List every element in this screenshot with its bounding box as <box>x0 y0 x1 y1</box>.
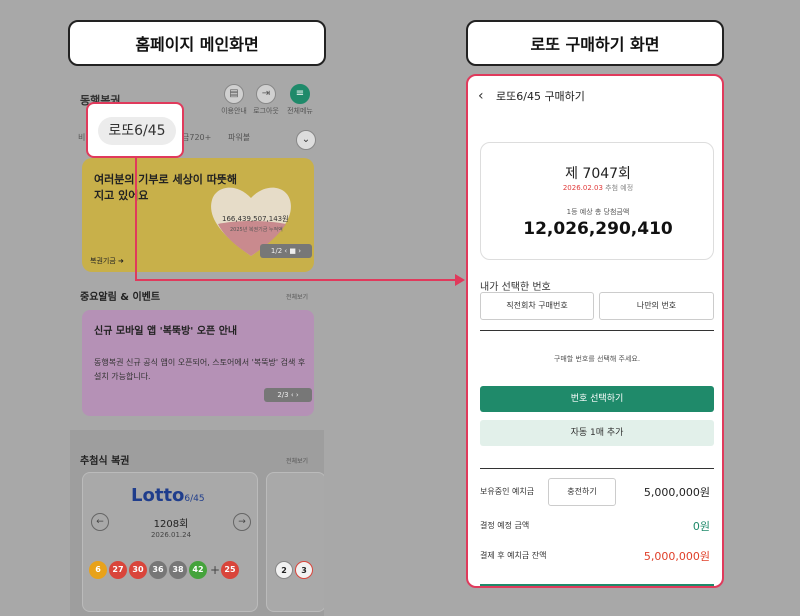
guide-label: 이용안내 <box>221 107 247 115</box>
bonus-plus-icon: + <box>209 563 221 577</box>
lotto-logo-text: Lotto <box>131 485 185 506</box>
deposit-label: 보유중인 예치금 <box>480 487 535 496</box>
pay-label: 결정 예정 금액 <box>480 521 530 530</box>
connector-arrow-icon <box>455 274 465 286</box>
pay-value: 0원 <box>692 520 710 533</box>
event-title: 신규 모바일 앱 '복뚝방' 오픈 안내 <box>94 326 238 337</box>
lotto-round: 1208회 <box>153 519 189 530</box>
divider <box>480 330 714 331</box>
draw-date-suffix: 추첨 예정 <box>605 184 634 192</box>
draw-section-title: 추첨식 복권 <box>80 456 130 467</box>
right-caption: 로또 구매하기 화면 <box>466 20 724 66</box>
lotto-ball: 2 <box>275 561 293 579</box>
purchase-bar[interactable] <box>480 584 714 586</box>
banner-pager[interactable]: 1/2 ‹ ■ › <box>260 244 312 258</box>
chevron-down-icon[interactable]: ⌄ <box>296 130 316 150</box>
fund-label: 복권기금 <box>90 257 116 265</box>
donation-amount: 166,439,507,143원 <box>222 215 289 223</box>
connector-line <box>135 158 137 280</box>
lotto-ball: 36 <box>149 561 167 579</box>
lotto-ball: 6 <box>89 561 107 579</box>
event-pager[interactable]: 2/3 ‹ › <box>264 388 312 402</box>
lotto-logo: Lotto6/45 <box>131 485 205 506</box>
after-value: 5,000,000원 <box>643 550 710 563</box>
purchase-screen: ‹ 로또6/45 구매하기 제 7047회 2026.02.03 추첨 예정 1… <box>466 74 724 588</box>
select-numbers-button[interactable]: 번호 선택하기 <box>480 386 714 412</box>
back-icon[interactable]: ‹ <box>478 88 484 104</box>
tab-pension[interactable]: 금720+ <box>182 132 211 143</box>
logout-button[interactable]: ⇥ 로그아웃 <box>248 84 284 116</box>
book-icon: ▤ <box>224 84 244 104</box>
prev-numbers-button[interactable]: 직전회차 구매번호 <box>480 292 594 320</box>
lotto-ball: 38 <box>169 561 187 579</box>
draw-lottery-section: 추첨식 복권 전체보기 Lotto6/45 ← → 1208회 2026.01.… <box>70 430 324 616</box>
event-body: 동행복권 신규 공식 앱이 오픈되어, 스토어에서 '복뚝방' 검색 후 설치 … <box>94 358 306 381</box>
lotto-logo-sub: 6/45 <box>184 494 205 504</box>
notice-more-link[interactable]: 전체보기 <box>286 292 308 301</box>
draw-date: 2026.02.03 추첨 예정 <box>481 183 715 193</box>
lotto-date: 2026.01.24 <box>150 531 192 539</box>
draw-date-value: 2026.02.03 <box>562 184 603 192</box>
notice-section-title: 중요알림 & 이벤트 <box>80 292 161 303</box>
logout-icon: ⇥ <box>256 84 276 104</box>
auto-add-button[interactable]: 자동 1매 추가 <box>480 420 714 446</box>
lotto-card[interactable]: Lotto6/45 ← → 1208회 2026.01.24 6 27 30 36 38… <box>82 472 258 612</box>
lotto-card-next[interactable]: 2 3 <box>266 472 324 612</box>
event-card[interactable]: 신규 모바일 앱 '복뚝방' 오픈 안내 동행복권 신규 공식 앱이 오픈되어,… <box>82 310 314 416</box>
deposit-value: 5,000,000원 <box>643 486 710 499</box>
charge-button[interactable]: 충전하기 <box>548 478 616 506</box>
tab-callout: 로또6/45 <box>86 102 184 158</box>
after-label: 결제 후 예치금 잔액 <box>480 551 547 560</box>
lotto-ball: 30 <box>129 561 147 579</box>
donation-banner[interactable]: 여러분의 기부로 세상이 따뜻해지고 있어요 166,439,507,143원 … <box>82 158 314 272</box>
divider <box>480 468 714 469</box>
tab-partial[interactable]: 비 <box>78 132 85 143</box>
draw-more-link[interactable]: 전체보기 <box>286 456 308 465</box>
menu-icon: ≡ <box>290 84 310 104</box>
lotto-ball: 42 <box>189 561 207 579</box>
draw-round: 제 7047회 <box>565 166 631 182</box>
my-numbers-button[interactable]: 나만의 번호 <box>599 292 714 320</box>
lotto-ball: 27 <box>109 561 127 579</box>
menu-button[interactable]: ≡ 전체메뉴 <box>282 84 318 116</box>
page-title: 로또6/45 구매하기 <box>496 90 585 103</box>
tab-lotto645[interactable]: 로또6/45 <box>98 117 176 145</box>
guide-button[interactable]: ▤ 이용안내 <box>216 84 252 116</box>
select-hint: 구매할 번호를 선택해 주세요. <box>553 355 641 363</box>
left-caption: 홈페이지 메인화면 <box>68 20 326 66</box>
donation-sub: 2025년 복권기금 누적액 <box>230 227 283 233</box>
estimate-amount: 12,026,290,410 <box>523 219 673 239</box>
fund-link[interactable]: 복권기금 ➜ <box>90 256 124 266</box>
arrow-right-icon: ➜ <box>118 257 124 265</box>
draw-info-card: 제 7047회 2026.02.03 추첨 예정 1등 예상 총 당첨금액 12… <box>480 142 714 260</box>
lotto-ball: 25 <box>221 561 239 579</box>
tab-powerball[interactable]: 파워볼 <box>228 132 250 143</box>
logout-label: 로그아웃 <box>253 107 279 115</box>
estimate-label: 1등 예상 총 당첨금액 <box>566 208 630 216</box>
selected-numbers-label: 내가 선택한 번호 <box>480 282 551 293</box>
connector-line <box>135 279 457 281</box>
lotto-ball: 3 <box>295 561 313 579</box>
menu-label: 전체메뉴 <box>287 107 313 115</box>
